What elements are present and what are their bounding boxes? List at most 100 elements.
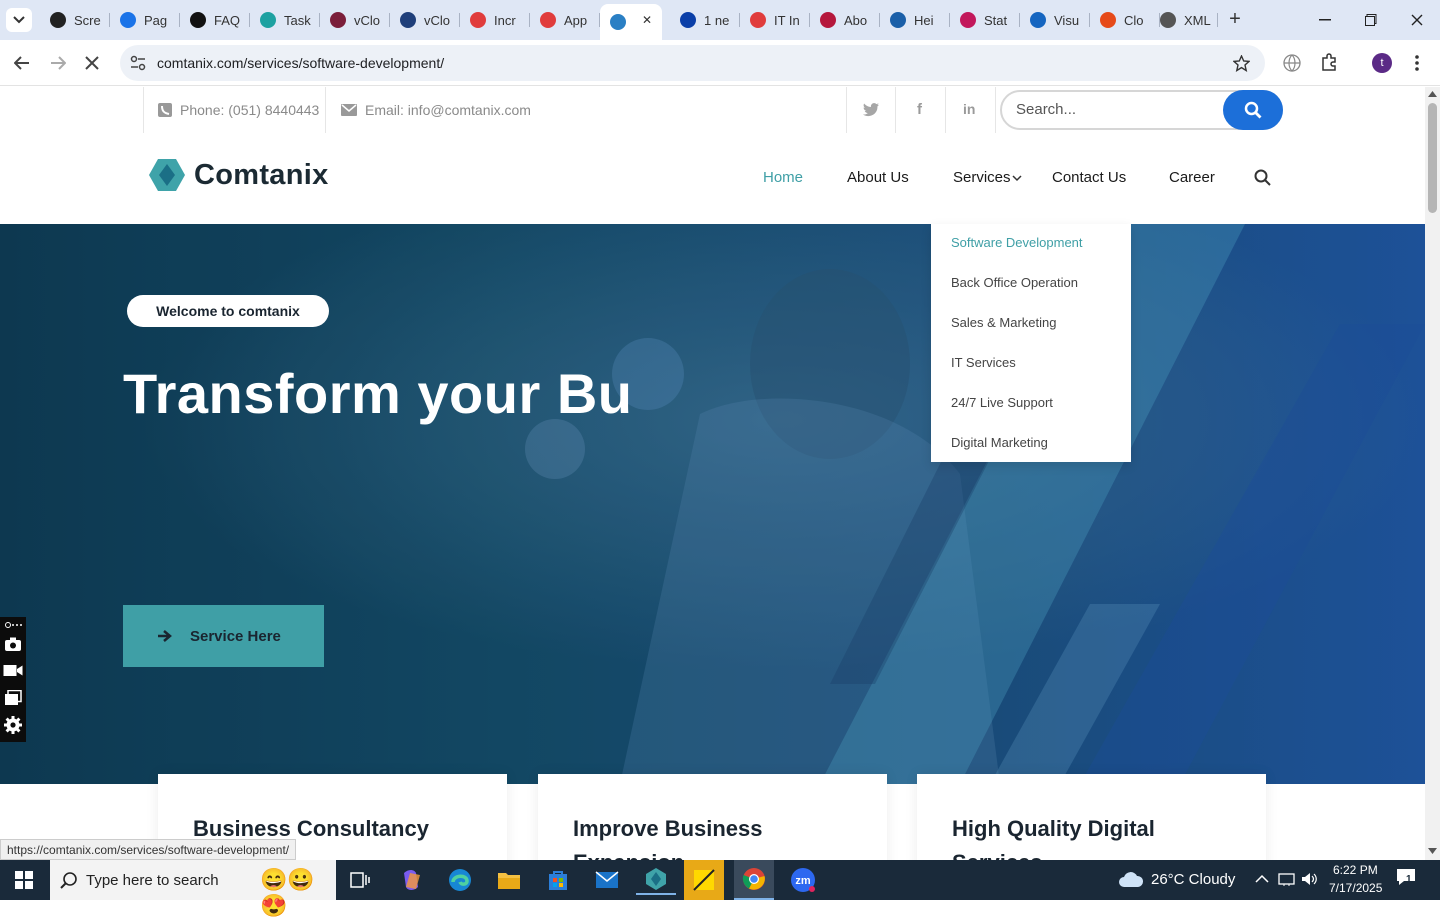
back-button[interactable] xyxy=(10,51,34,75)
tab-favicon-icon xyxy=(890,12,906,28)
svg-text:zm: zm xyxy=(795,875,811,887)
task-view-button[interactable] xyxy=(340,865,380,895)
tab-label: Pag xyxy=(144,12,168,28)
browser-tab[interactable]: Scre xyxy=(40,6,110,34)
translate-icon[interactable] xyxy=(1283,54,1301,72)
tab-label: 1 ne xyxy=(704,12,730,28)
dropdown-item-sales-marketing[interactable]: Sales & Marketing xyxy=(951,315,1057,330)
tab-label: vClo xyxy=(354,12,381,28)
browser-tab[interactable]: vClo xyxy=(390,6,460,34)
close-tab-icon[interactable]: ✕ xyxy=(642,13,652,27)
extensions-icon[interactable] xyxy=(1320,53,1338,71)
camera-icon[interactable] xyxy=(4,637,22,652)
cursor-app[interactable] xyxy=(636,865,676,895)
email-text[interactable]: Email: info@comtanix.com xyxy=(365,102,531,118)
volume-icon[interactable] xyxy=(1301,871,1319,887)
service-card[interactable]: High Quality Digital Services xyxy=(917,774,1266,860)
logo[interactable]: Comtanix xyxy=(148,158,329,192)
close-window-button[interactable] xyxy=(1394,8,1440,32)
logo-text: Comtanix xyxy=(194,158,329,191)
dropdown-item-digital-marketing[interactable]: Digital Marketing xyxy=(951,435,1048,450)
nav-career[interactable]: Career xyxy=(1169,169,1215,186)
dropdown-item-software-development[interactable]: Software Development xyxy=(951,235,1083,250)
restore-button[interactable] xyxy=(1348,8,1394,32)
browser-tab[interactable]: ✕ xyxy=(600,4,662,40)
browser-tab[interactable]: XML xyxy=(1150,6,1218,34)
browser-tab[interactable]: Task xyxy=(250,6,320,34)
search-icon[interactable] xyxy=(1254,169,1272,187)
browser-tab[interactable]: Visu xyxy=(1020,6,1090,34)
link-icon[interactable] xyxy=(4,621,22,629)
close-icon xyxy=(85,56,99,70)
browser-tab[interactable]: App xyxy=(530,6,600,34)
browser-tab[interactable]: Pag xyxy=(110,6,180,34)
nav-services[interactable]: Services xyxy=(953,169,1011,186)
star-icon[interactable] xyxy=(1233,55,1250,72)
search-button[interactable] xyxy=(1223,90,1283,130)
browser-tab[interactable]: Incr xyxy=(460,6,530,34)
chrome-app[interactable] xyxy=(734,860,774,900)
clock-time[interactable]: 6:22 PM xyxy=(1333,863,1378,877)
twitter-icon[interactable] xyxy=(863,103,879,117)
dropdown-item-back-office-operation[interactable]: Back Office Operation xyxy=(951,275,1078,290)
profile-avatar[interactable]: t xyxy=(1372,53,1392,73)
scrollbar-thumb[interactable] xyxy=(1428,103,1437,213)
stop-loading-button[interactable] xyxy=(80,51,104,75)
scroll-up-icon[interactable] xyxy=(1428,91,1437,97)
address-bar[interactable]: comtanix.com/services/software-developme… xyxy=(120,45,1265,81)
new-tab-button[interactable]: + xyxy=(1222,8,1248,32)
nav-contact-us[interactable]: Contact Us xyxy=(1052,169,1126,186)
url-text[interactable]: comtanix.com/services/software-developme… xyxy=(157,55,444,71)
tab-favicon-icon xyxy=(190,12,206,28)
windows-icon[interactable] xyxy=(4,690,22,706)
tab-favicon-icon xyxy=(1160,12,1176,28)
gear-icon[interactable] xyxy=(3,715,23,735)
browser-tab[interactable]: FAQ xyxy=(180,6,250,34)
zoom-app[interactable]: zm xyxy=(783,865,823,895)
mail-app[interactable] xyxy=(587,865,627,895)
service-here-button[interactable]: Service Here xyxy=(123,605,324,667)
tab-favicon-icon xyxy=(820,12,836,28)
dropdown-item-live-support[interactable]: 24/7 Live Support xyxy=(951,395,1053,410)
page-scrollbar[interactable] xyxy=(1425,87,1440,860)
tab-search-button[interactable] xyxy=(6,8,32,32)
clock-date[interactable]: 7/17/2025 xyxy=(1329,881,1382,895)
search-input[interactable] xyxy=(1016,101,1216,118)
windows-logo-icon xyxy=(15,871,33,889)
chevron-up-icon[interactable] xyxy=(1255,874,1269,883)
browser-tab[interactable]: Abo xyxy=(810,6,880,34)
nav-home[interactable]: Home xyxy=(763,169,803,186)
edge-icon xyxy=(449,869,471,891)
cloud-icon[interactable] xyxy=(1118,872,1144,888)
forward-button[interactable] xyxy=(46,51,70,75)
start-button[interactable] xyxy=(4,865,44,895)
browser-tab[interactable]: Stat xyxy=(950,6,1020,34)
nav-about-us[interactable]: About Us xyxy=(847,169,909,186)
sticky-notes-app[interactable] xyxy=(684,860,724,900)
browser-tab[interactable]: IT In xyxy=(740,6,810,34)
linkedin-icon[interactable]: in xyxy=(963,101,975,117)
divider xyxy=(895,87,896,133)
arrow-right-icon xyxy=(51,56,66,70)
minimize-button[interactable] xyxy=(1302,8,1348,32)
network-icon[interactable] xyxy=(1278,871,1296,887)
copilot-app[interactable] xyxy=(391,865,431,895)
facebook-icon[interactable]: f xyxy=(917,101,922,118)
weather-text[interactable]: 26°C Cloudy xyxy=(1151,871,1235,888)
file-explorer-app[interactable] xyxy=(489,865,529,895)
store-app[interactable] xyxy=(538,865,578,895)
more-menu-icon[interactable] xyxy=(1414,54,1420,72)
browser-tab[interactable]: Hei xyxy=(880,6,950,34)
edge-app[interactable] xyxy=(440,865,480,895)
chevron-down-icon[interactable] xyxy=(1012,175,1022,182)
browser-tab[interactable]: 1 ne xyxy=(670,6,740,34)
taskbar-search-box[interactable]: Type here to search 😄😀😍 xyxy=(50,860,336,918)
dropdown-item-it-services[interactable]: IT Services xyxy=(951,355,1016,370)
scroll-down-icon[interactable] xyxy=(1428,848,1437,854)
notification-center-button[interactable]: 1 xyxy=(1396,868,1422,892)
services-dropdown: Software Development Back Office Operati… xyxy=(931,224,1131,462)
service-card[interactable]: Improve Business Expansion xyxy=(538,774,887,860)
browser-tab[interactable]: vClo xyxy=(320,6,390,34)
site-info-icon[interactable] xyxy=(130,55,146,71)
video-icon[interactable] xyxy=(3,664,23,677)
